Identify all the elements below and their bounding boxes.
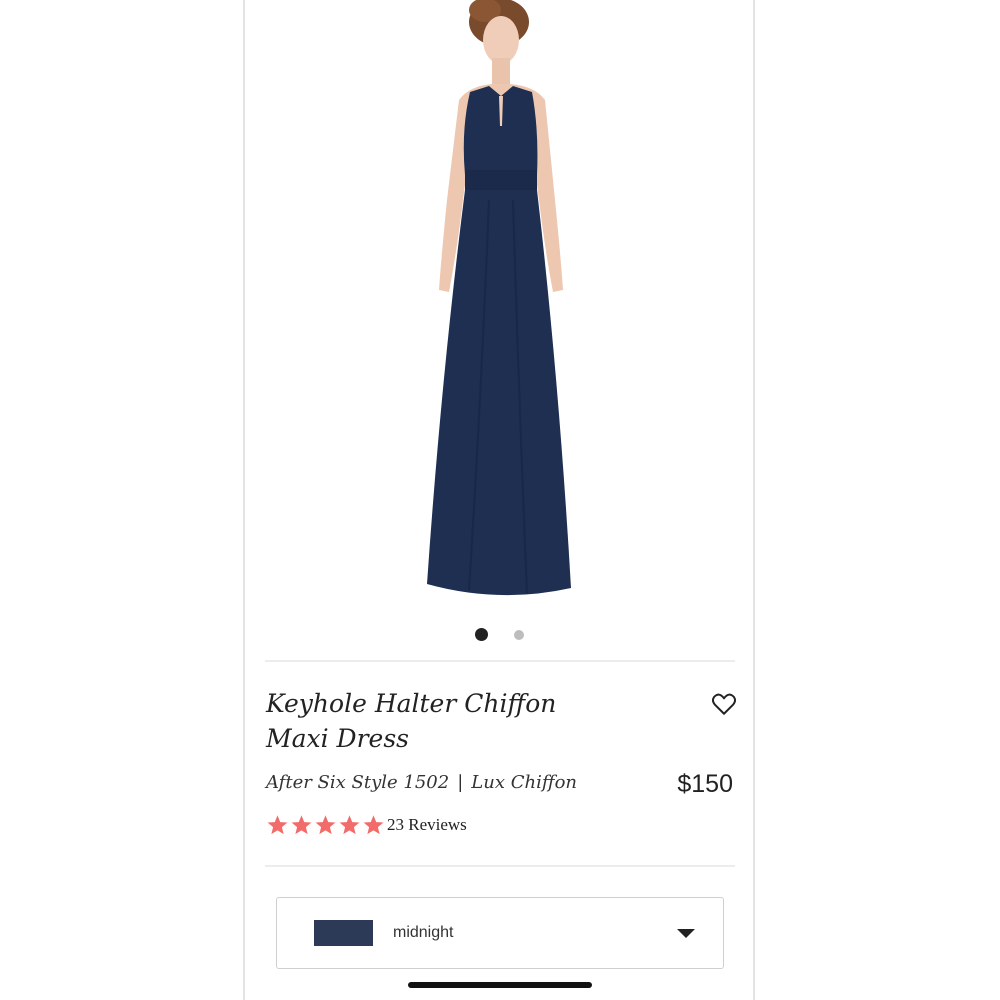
star-icon xyxy=(363,815,384,835)
product-title: Keyhole Halter Chiffon Maxi Dress xyxy=(266,689,557,753)
star-icon xyxy=(267,815,288,835)
star-rating xyxy=(266,814,385,836)
product-price: $150 xyxy=(677,770,733,798)
carousel-dot-active[interactable] xyxy=(474,628,488,641)
caret-down-icon[interactable] xyxy=(677,928,695,938)
product-page: Keyhole Halter Chiffon Maxi Dress After … xyxy=(243,0,755,1000)
dress-model-illustration xyxy=(427,0,571,596)
star-icon xyxy=(339,815,360,835)
divider xyxy=(265,660,735,662)
subtitle-separator: | xyxy=(457,772,464,793)
product-rating[interactable]: 23 Reviews xyxy=(266,814,467,836)
product-subtitle: After Six Style 1502 | Lux Chiffon xyxy=(266,772,577,793)
color-select-value: midnight xyxy=(393,924,454,941)
carousel-indicator[interactable] xyxy=(245,628,753,641)
color-swatch xyxy=(314,920,373,946)
color-select[interactable]: midnight xyxy=(276,897,724,969)
product-image[interactable] xyxy=(245,0,753,610)
home-indicator[interactable] xyxy=(408,982,592,988)
star-icon xyxy=(315,815,336,835)
product-style: After Six Style 1502 xyxy=(266,772,450,793)
reviews-link[interactable]: 23 Reviews xyxy=(387,815,467,835)
product-fabric: Lux Chiffon xyxy=(471,772,578,793)
heart-outline-icon[interactable] xyxy=(711,692,737,716)
carousel-dot[interactable] xyxy=(513,629,524,640)
divider xyxy=(265,865,735,867)
star-icon xyxy=(291,815,312,835)
